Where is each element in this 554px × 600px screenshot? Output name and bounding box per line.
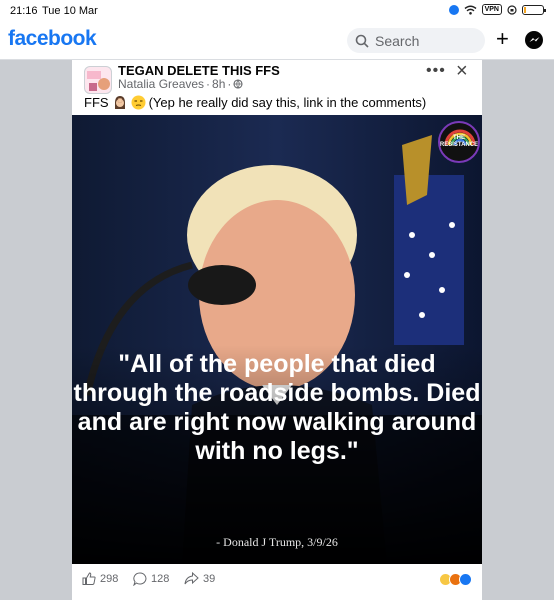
caption-prefix: FFS <box>84 94 109 110</box>
author-name[interactable]: Natalia Greaves <box>118 77 204 91</box>
status-bar: 21:16 Tue 10 Mar VPN <box>0 0 554 22</box>
share-button[interactable]: 39 <box>184 572 215 585</box>
resistance-badge: THE RESISTANCE <box>438 121 480 163</box>
image-background-art <box>72 115 482 564</box>
status-time: 21:16 <box>10 5 38 17</box>
unamused-emoji-icon <box>131 95 146 109</box>
wifi-icon <box>464 5 477 15</box>
close-icon[interactable]: × <box>456 60 468 83</box>
badge-line2: RESISTANCE <box>439 142 479 148</box>
plus-icon[interactable]: + <box>496 26 509 52</box>
post-caption: FFS (Yep he really did say this, link in… <box>84 94 426 110</box>
share-count: 39 <box>203 572 216 585</box>
comment-icon <box>133 572 147 586</box>
orientation-lock-icon <box>507 4 517 15</box>
post-card: TEGAN DELETE THIS FFS Natalia Greaves · … <box>72 60 482 600</box>
battery-icon <box>522 4 546 15</box>
facebook-logo[interactable]: facebook <box>8 27 97 51</box>
app-header: facebook Search + <box>0 22 554 60</box>
search-placeholder: Search <box>375 32 420 49</box>
globe-icon <box>233 79 243 89</box>
like-icon <box>82 572 96 585</box>
share-icon <box>184 572 199 585</box>
status-icons: VPN <box>448 4 546 15</box>
group-avatar[interactable] <box>84 66 112 94</box>
like-reaction-icon <box>459 573 472 586</box>
group-name[interactable]: TEGAN DELETE THIS FFS <box>118 63 280 78</box>
comment-button[interactable]: 128 <box>133 572 169 586</box>
action-bar: 298 128 39 <box>72 564 482 594</box>
search-bar[interactable]: Search <box>347 28 485 53</box>
status-date: Tue 10 Mar <box>42 5 98 17</box>
caption-text: (Yep he really did say this, link in the… <box>148 94 427 110</box>
vpn-icon: VPN <box>481 4 502 15</box>
badge-line1: THE <box>453 135 465 141</box>
like-count: 298 <box>100 572 119 585</box>
post-time[interactable]: 8h <box>212 77 225 91</box>
facepalm-emoji-icon <box>114 96 125 109</box>
image-quote: "All of the people that died through the… <box>73 350 481 465</box>
search-icon <box>355 34 369 48</box>
like-button[interactable]: 298 <box>82 572 118 585</box>
comment-count: 128 <box>151 573 170 585</box>
image-attribution: - Donald J Trump, 3/9/26 <box>216 535 338 549</box>
post-image[interactable]: THE RESISTANCE "All of the people that di… <box>72 115 482 564</box>
more-icon[interactable]: ••• <box>426 62 446 80</box>
reaction-icons[interactable] <box>439 573 472 586</box>
post-meta: Natalia Greaves · 8h · <box>118 77 243 91</box>
location-icon <box>448 4 459 15</box>
messenger-icon[interactable] <box>525 31 543 49</box>
next-post-edge <box>72 596 482 600</box>
